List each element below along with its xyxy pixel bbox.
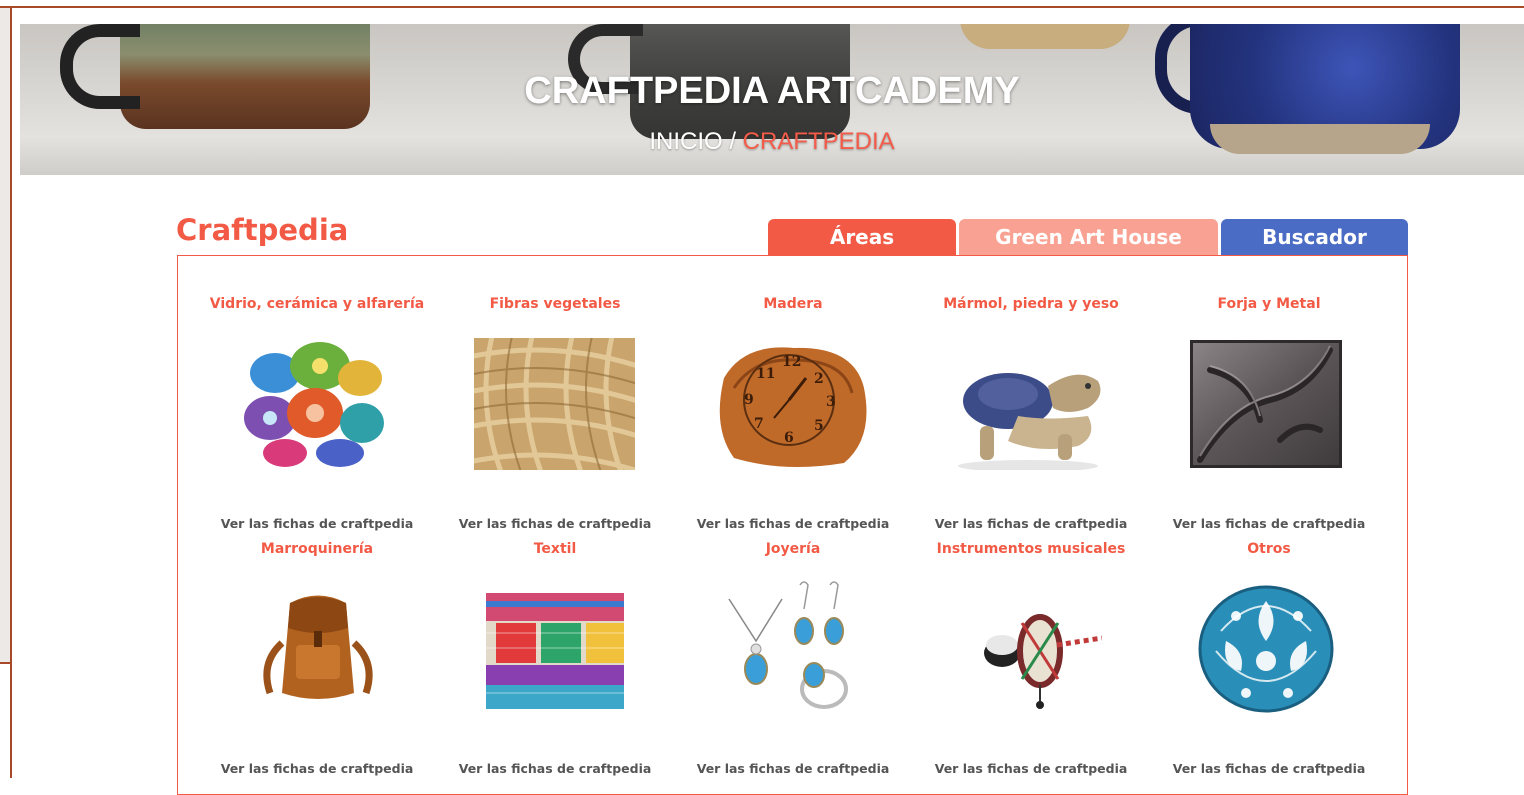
page-title: CRAFTPEDIA ARTCADEMY [524, 70, 1020, 112]
category-title-link[interactable]: Textil [436, 541, 674, 557]
categories-panel: Vidrio, cerámica y alfarería Ver las fic… [177, 255, 1408, 795]
category-title-link[interactable]: Marroquinería [198, 541, 436, 557]
category-title-link[interactable]: Vidrio, cerámica y alfarería [198, 296, 436, 312]
mosaic-stones-image[interactable] [240, 338, 392, 468]
svg-text:6: 6 [784, 430, 794, 446]
category-title-link[interactable]: Fibras vegetales [436, 296, 674, 312]
breadcrumb-separator: / [722, 128, 743, 155]
hero-banner: CRAFTPEDIA ARTCADEMY INICIO / CRAFTPEDIA [20, 24, 1524, 175]
hero-mug-beige [960, 24, 1130, 49]
textiles-image[interactable] [486, 593, 624, 709]
svg-text:9: 9 [744, 392, 754, 408]
category-link[interactable]: Ver las fichas de craftpedia [912, 516, 1150, 531]
svg-text:3: 3 [826, 394, 836, 410]
svg-text:7: 7 [754, 416, 764, 432]
svg-text:11: 11 [756, 366, 775, 382]
jute-fiber-image[interactable] [474, 338, 635, 470]
category-link[interactable]: Ver las fichas de craftpedia [1150, 761, 1388, 776]
category-link[interactable]: Ver las fichas de craftpedia [198, 516, 436, 531]
breadcrumb-home-link[interactable]: INICIO [649, 128, 722, 155]
category-link[interactable]: Ver las fichas de craftpedia [912, 761, 1150, 776]
tab-buscador[interactable]: Buscador [1221, 219, 1408, 255]
background-window-border [0, 662, 10, 664]
wood-clock-image[interactable]: 12 2 3 5 6 7 9 11 [714, 338, 872, 470]
background-window-edge [0, 8, 10, 663]
leather-backpack-image[interactable] [250, 583, 386, 711]
breadcrumb-current: CRAFTPEDIA [742, 128, 895, 155]
drum-instrument-image[interactable] [962, 583, 1102, 713]
category-link[interactable]: Ver las fichas de craftpedia [436, 761, 674, 776]
tab-green-art-house[interactable]: Green Art House [959, 219, 1218, 255]
category-title-link[interactable]: Mármol, piedra y yeso [912, 296, 1150, 312]
category-link[interactable]: Ver las fichas de craftpedia [436, 516, 674, 531]
wrought-iron-image[interactable] [1190, 340, 1342, 468]
category-title-link[interactable]: Instrumentos musicales [912, 541, 1150, 557]
category-title-link[interactable]: Otros [1150, 541, 1388, 557]
painted-gourd-image[interactable] [1186, 581, 1348, 717]
svg-text:5: 5 [814, 418, 824, 434]
jewelry-set-image[interactable] [724, 579, 864, 715]
section-title: Craftpedia [176, 213, 349, 247]
category-link[interactable]: Ver las fichas de craftpedia [198, 761, 436, 776]
tab-areas[interactable]: Áreas [768, 219, 956, 255]
category-title-link[interactable]: Forja y Metal [1150, 296, 1388, 312]
window-left-border [10, 8, 12, 778]
category-link[interactable]: Ver las fichas de craftpedia [674, 516, 912, 531]
category-title-link[interactable]: Joyería [674, 541, 912, 557]
stone-turtle-image[interactable] [948, 346, 1110, 470]
svg-text:2: 2 [814, 371, 824, 387]
breadcrumb: INICIO / CRAFTPEDIA [20, 128, 1524, 156]
category-link[interactable]: Ver las fichas de craftpedia [1150, 516, 1388, 531]
svg-text:12: 12 [782, 354, 801, 370]
category-link[interactable]: Ver las fichas de craftpedia [674, 761, 912, 776]
category-title-link[interactable]: Madera [674, 296, 912, 312]
window-top-border [0, 0, 1524, 8]
